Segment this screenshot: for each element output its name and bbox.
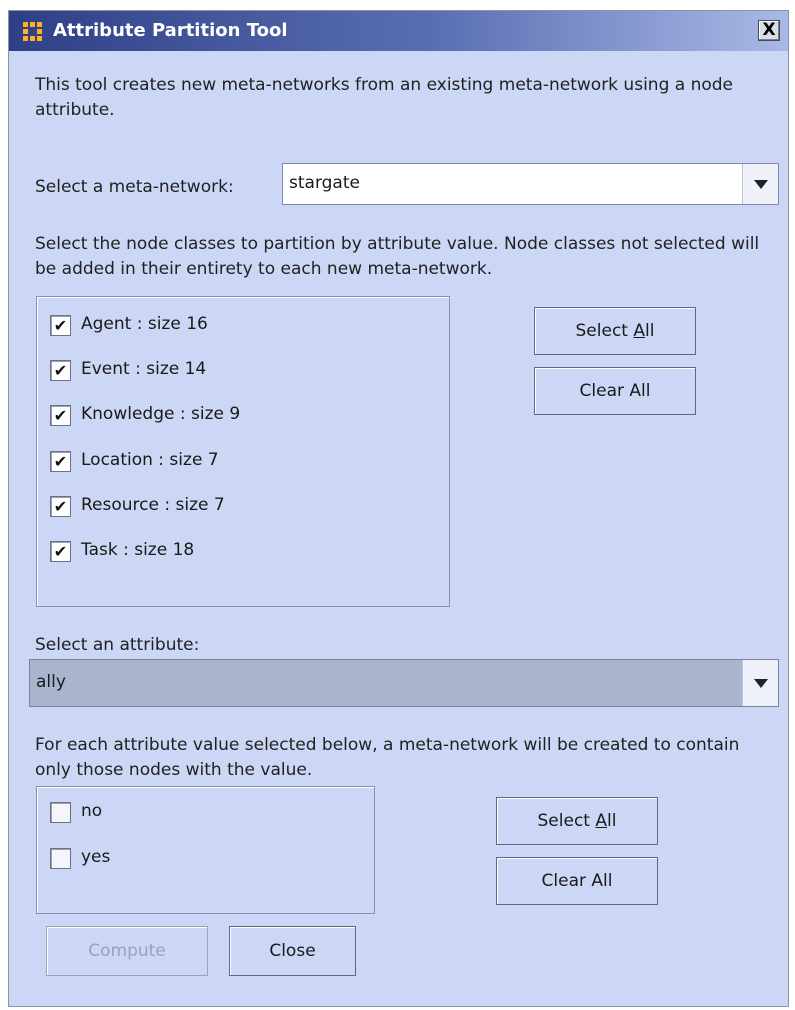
- attribute-value: ally: [36, 672, 66, 692]
- clear-all-values-button[interactable]: Clear All: [496, 857, 658, 905]
- window-title: Attribute Partition Tool: [53, 20, 288, 41]
- node-class-label: Task : size 18: [81, 540, 195, 560]
- checkbox[interactable]: ✔: [50, 541, 71, 562]
- select-all-values-button[interactable]: Select All: [496, 797, 658, 845]
- chevron-down-icon[interactable]: [742, 164, 778, 204]
- checkbox[interactable]: [50, 848, 71, 869]
- ora-grid-icon: [23, 22, 43, 42]
- select-all-text-post: ll: [607, 811, 617, 831]
- node-class-label: Agent : size 16: [81, 314, 208, 334]
- select-all-text-pre: Select: [537, 811, 596, 831]
- title-bar[interactable]: Attribute Partition Tool X: [9, 11, 788, 51]
- attribute-select[interactable]: ally: [29, 659, 779, 707]
- meta-network-value: stargate: [289, 173, 360, 193]
- node-classes-description: Select the node classes to partition by …: [35, 234, 760, 279]
- close-button[interactable]: Close: [229, 926, 356, 976]
- attribute-values-description: For each attribute value selected below,…: [35, 735, 740, 780]
- attribute-label: Select an attribute:: [35, 635, 200, 655]
- checkbox[interactable]: ✔: [50, 451, 71, 472]
- clear-all-node-classes-button[interactable]: Clear All: [534, 367, 696, 415]
- node-classes-list[interactable]: ✔ Agent : size 16 ✔ Event : size 14 ✔ Kn…: [36, 296, 450, 607]
- compute-button[interactable]: Compute: [46, 926, 208, 976]
- checkbox[interactable]: [50, 802, 71, 823]
- attribute-value-label: no: [81, 801, 103, 821]
- select-all-node-classes-button[interactable]: Select All: [534, 307, 696, 355]
- select-all-text-pre: Select: [575, 321, 634, 341]
- close-window-button[interactable]: X: [758, 20, 780, 41]
- select-all-mnemonic: A: [633, 321, 646, 341]
- checkbox[interactable]: ✔: [50, 496, 71, 517]
- meta-network-select[interactable]: stargate: [282, 163, 779, 205]
- select-all-mnemonic: A: [595, 811, 608, 831]
- node-class-label: Resource : size 7: [81, 495, 225, 515]
- node-class-label: Knowledge : size 9: [81, 404, 241, 424]
- node-class-label: Location : size 7: [81, 450, 219, 470]
- checkbox[interactable]: ✔: [50, 315, 71, 336]
- select-all-text-post: ll: [645, 321, 655, 341]
- attribute-value-label: yes: [81, 847, 111, 867]
- chevron-down-icon[interactable]: [742, 660, 778, 706]
- node-class-label: Event : size 14: [81, 359, 207, 379]
- attribute-values-list[interactable]: no yes: [36, 786, 375, 914]
- checkbox[interactable]: ✔: [50, 405, 71, 426]
- meta-network-label: Select a meta-network:: [35, 177, 234, 197]
- tool-description: This tool creates new meta-networks from…: [35, 75, 734, 120]
- checkbox[interactable]: ✔: [50, 360, 71, 381]
- dialog-window: Attribute Partition Tool X This tool cre…: [8, 10, 789, 1007]
